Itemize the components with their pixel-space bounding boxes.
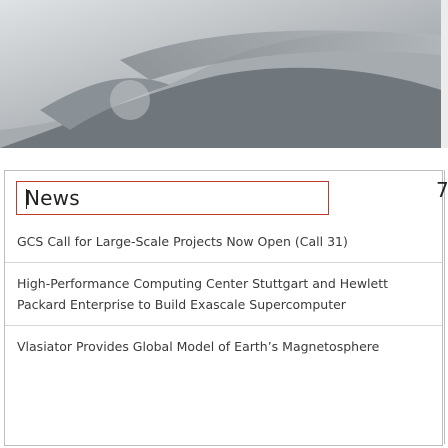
news-heading-box: News xyxy=(16,181,329,215)
adjacent-panel-edge xyxy=(444,170,448,444)
news-panel: News GCS Call for Large-Scale Projects N… xyxy=(4,170,443,446)
hero-image xyxy=(0,0,441,148)
news-item-link[interactable]: High-Performance Computing Center Stuttg… xyxy=(17,276,388,312)
adjacent-panel-glyph: 7 xyxy=(436,178,448,202)
news-item[interactable]: High-Performance Computing Center Stuttg… xyxy=(5,262,442,325)
news-list: GCS Call for Large-Scale Projects Now Op… xyxy=(5,225,442,367)
news-item-link[interactable]: GCS Call for Large-Scale Projects Now Op… xyxy=(17,234,348,249)
news-item-link[interactable]: Vlasiator Provides Global Model of Earth… xyxy=(17,339,379,354)
hero-banner xyxy=(0,0,448,148)
news-heading: News xyxy=(25,186,80,210)
news-item[interactable]: Vlasiator Provides Global Model of Earth… xyxy=(5,325,442,367)
news-item[interactable]: GCS Call for Large-Scale Projects Now Op… xyxy=(5,225,442,262)
hero-image-graphic xyxy=(0,0,441,148)
